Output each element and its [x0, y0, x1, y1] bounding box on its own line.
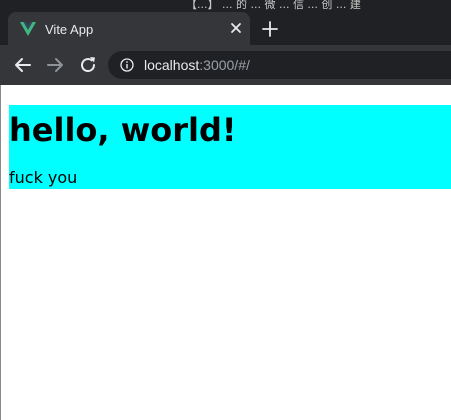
browser-tab-active[interactable]: Vite App [8, 12, 250, 48]
info-icon[interactable] [120, 58, 134, 72]
address-bar[interactable]: localhost:3000/#/ [108, 51, 451, 79]
tab-title: Vite App [45, 22, 94, 37]
forward-arrow-icon[interactable] [44, 54, 66, 76]
vue-logo-icon [20, 22, 36, 36]
browser-titlebar: 【...】 ... 的 ... 微 ... 信 ... 创 ... 建 Vite… [0, 0, 451, 48]
background-window-text: 【...】 ... 的 ... 微 ... 信 ... 创 ... 建 [186, 0, 361, 11]
browser-toolbar: localhost:3000/#/ [0, 45, 451, 85]
tab-close-button[interactable] [227, 19, 245, 37]
url-path: :3000/#/ [199, 57, 250, 73]
url-text[interactable]: localhost:3000/#/ [144, 56, 250, 74]
plus-icon [262, 21, 278, 37]
window-left-border [0, 85, 1, 420]
app-container: hello, world! fuck you [9, 105, 451, 189]
back-arrow-icon[interactable] [12, 54, 34, 76]
page-heading: hello, world! [9, 111, 237, 149]
reload-icon[interactable] [77, 54, 99, 76]
new-tab-button[interactable] [260, 19, 280, 39]
url-host: localhost [144, 57, 200, 73]
page-paragraph: fuck you [9, 168, 78, 187]
close-icon [231, 23, 241, 33]
